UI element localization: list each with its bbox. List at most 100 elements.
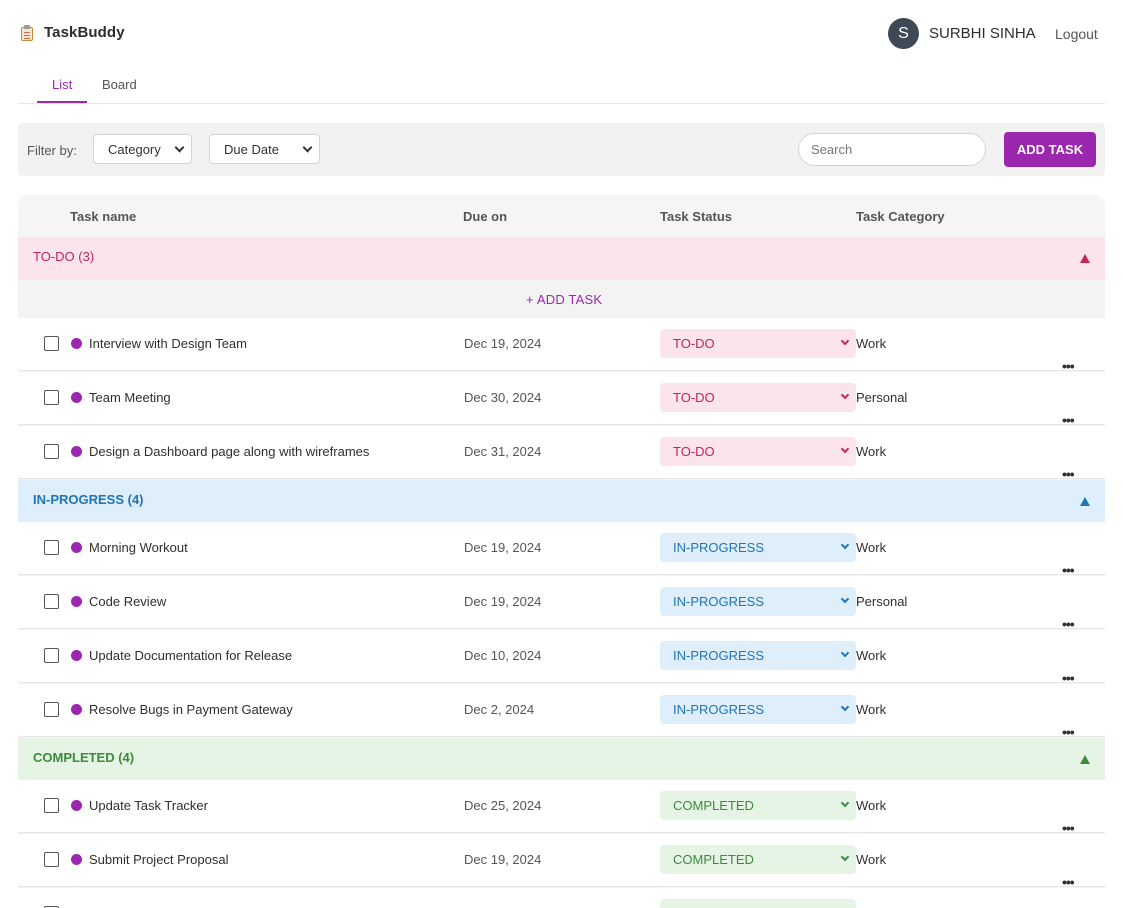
- task-dot-icon: [71, 854, 82, 865]
- avatar[interactable]: S: [888, 18, 919, 49]
- task-due-date: Dec 19, 2024: [464, 336, 542, 351]
- search-input[interactable]: [798, 133, 986, 166]
- task-name: Morning Workout: [89, 540, 188, 555]
- due-date-filter-value: Due Date: [224, 141, 279, 157]
- more-horizontal-icon[interactable]: •••: [1062, 563, 1075, 577]
- table-row[interactable]: Update Documentation for Release Dec 10,…: [18, 630, 1105, 685]
- task-status-value: COMPLETED: [673, 852, 754, 867]
- column-header-task-status: Task Status: [660, 209, 733, 224]
- task-due-date: Dec 19, 2024: [464, 540, 542, 555]
- task-status-select[interactable]: TO-DO: [660, 383, 856, 412]
- group-title: IN-PROGRESS (4): [33, 492, 144, 507]
- task-checkbox[interactable]: [44, 798, 59, 813]
- task-category: Work: [856, 852, 887, 867]
- more-horizontal-icon[interactable]: •••: [1062, 359, 1075, 373]
- task-status-value: TO-DO: [673, 390, 715, 405]
- user-name: SURBHI SINHA: [929, 25, 1036, 42]
- task-category: Work: [856, 648, 887, 663]
- task-status-value: IN-PROGRESS: [673, 540, 765, 555]
- more-horizontal-icon[interactable]: •••: [1062, 725, 1075, 739]
- task-name: Update Documentation for Release: [89, 648, 293, 663]
- tab-board[interactable]: Board: [102, 77, 137, 92]
- task-name: Submit Project Proposal: [89, 852, 229, 867]
- more-horizontal-icon[interactable]: •••: [1062, 467, 1075, 481]
- view-tabs: List Board: [18, 70, 1105, 104]
- task-checkbox[interactable]: [44, 594, 59, 609]
- tab-list[interactable]: List: [52, 77, 72, 92]
- task-checkbox[interactable]: [44, 390, 59, 405]
- task-checkbox[interactable]: [44, 648, 59, 663]
- task-due-date: Dec 19, 2024: [464, 852, 542, 867]
- active-tab-indicator: [37, 101, 87, 103]
- table-row[interactable]: Resolve Bugs in Payment Gateway Dec 2, 2…: [18, 684, 1105, 739]
- due-date-filter-select[interactable]: Due Date: [209, 134, 320, 164]
- chevron-down-icon: [840, 702, 850, 712]
- more-horizontal-icon[interactable]: •••: [1062, 875, 1075, 889]
- table-row[interactable]: Team Meeting Dec 30, 2024 TO-DO Personal…: [18, 372, 1105, 427]
- table-row[interactable]: Design a Dashboard page along with wiref…: [18, 426, 1105, 481]
- task-dot-icon: [71, 338, 82, 349]
- task-checkbox[interactable]: [44, 540, 59, 555]
- task-checkbox[interactable]: [44, 336, 59, 351]
- task-name: Resolve Bugs in Payment Gateway: [89, 702, 293, 717]
- category-filter-value: Category: [108, 141, 161, 157]
- task-due-date: Dec 31, 2024: [464, 444, 542, 459]
- table-row[interactable]: [18, 888, 1105, 908]
- task-dot-icon: [71, 650, 82, 661]
- chevron-down-icon: [840, 540, 850, 550]
- chevron-down-icon: [840, 798, 850, 808]
- task-status-select[interactable]: COMPLETED: [660, 791, 856, 820]
- chevron-down-icon: [840, 594, 850, 604]
- task-status-value: TO-DO: [673, 444, 715, 459]
- task-due-date: Dec 30, 2024: [464, 390, 542, 405]
- task-checkbox[interactable]: [44, 702, 59, 717]
- chevron-down-icon: [174, 142, 185, 153]
- logout-button[interactable]: Logout: [1055, 26, 1098, 42]
- task-checkbox[interactable]: [44, 852, 59, 867]
- more-horizontal-icon[interactable]: •••: [1062, 821, 1075, 835]
- task-status-select[interactable]: IN-PROGRESS: [660, 695, 856, 724]
- group-title: TO-DO (3): [33, 249, 95, 264]
- table-row[interactable]: Update Task Tracker Dec 25, 2024 COMPLET…: [18, 780, 1105, 835]
- task-status-value: IN-PROGRESS: [673, 648, 765, 663]
- collapse-arrow-icon[interactable]: [1080, 497, 1090, 506]
- user-profile[interactable]: S SURBHI SINHA: [888, 18, 1036, 49]
- table-row[interactable]: Submit Project Proposal Dec 19, 2024 COM…: [18, 834, 1105, 889]
- table-row[interactable]: Morning Workout Dec 19, 2024 IN-PROGRESS…: [18, 522, 1105, 577]
- inline-add-task-row: + ADD TASK: [18, 279, 1105, 318]
- more-horizontal-icon[interactable]: •••: [1062, 413, 1075, 427]
- task-name: Code Review: [89, 594, 167, 609]
- category-filter-select[interactable]: Category: [93, 134, 192, 164]
- chevron-down-icon: [840, 390, 850, 400]
- task-status-value: TO-DO: [673, 336, 715, 351]
- more-horizontal-icon[interactable]: •••: [1062, 671, 1075, 685]
- task-status-select[interactable]: IN-PROGRESS: [660, 587, 856, 616]
- filter-bar: Filter by: Category Due Date ADD TASK: [18, 123, 1105, 176]
- task-category: Personal: [856, 390, 908, 405]
- add-task-button[interactable]: ADD TASK: [1004, 132, 1096, 167]
- task-status-value: COMPLETED: [673, 798, 754, 813]
- group-header-todo[interactable]: TO-DO (3): [18, 237, 1105, 279]
- collapse-arrow-icon[interactable]: [1080, 254, 1090, 263]
- more-horizontal-icon[interactable]: •••: [1062, 617, 1075, 631]
- group-header-completed[interactable]: COMPLETED (4): [18, 738, 1105, 780]
- group-header-in-progress[interactable]: IN-PROGRESS (4): [18, 480, 1105, 522]
- chevron-down-icon: [840, 336, 850, 346]
- task-status-select[interactable]: IN-PROGRESS: [660, 533, 856, 562]
- task-status-select[interactable]: [660, 899, 856, 908]
- chevron-down-icon: [840, 648, 850, 658]
- table-row[interactable]: Code Review Dec 19, 2024 IN-PROGRESS Per…: [18, 576, 1105, 631]
- collapse-arrow-icon[interactable]: [1080, 755, 1090, 764]
- task-status-select[interactable]: COMPLETED: [660, 845, 856, 874]
- task-table: Task name Due on Task Status Task Catego…: [18, 195, 1105, 908]
- task-status-select[interactable]: IN-PROGRESS: [660, 641, 856, 670]
- task-status-value: IN-PROGRESS: [673, 594, 765, 609]
- inline-add-task-button[interactable]: + ADD TASK: [526, 292, 602, 307]
- task-status-select[interactable]: TO-DO: [660, 437, 856, 466]
- task-dot-icon: [71, 704, 82, 715]
- task-due-date: Dec 2, 2024: [464, 702, 535, 717]
- task-checkbox[interactable]: [44, 444, 59, 459]
- task-status-select[interactable]: TO-DO: [660, 329, 856, 358]
- chevron-down-icon: [840, 444, 850, 454]
- table-row[interactable]: Interview with Design Team Dec 19, 2024 …: [18, 318, 1105, 373]
